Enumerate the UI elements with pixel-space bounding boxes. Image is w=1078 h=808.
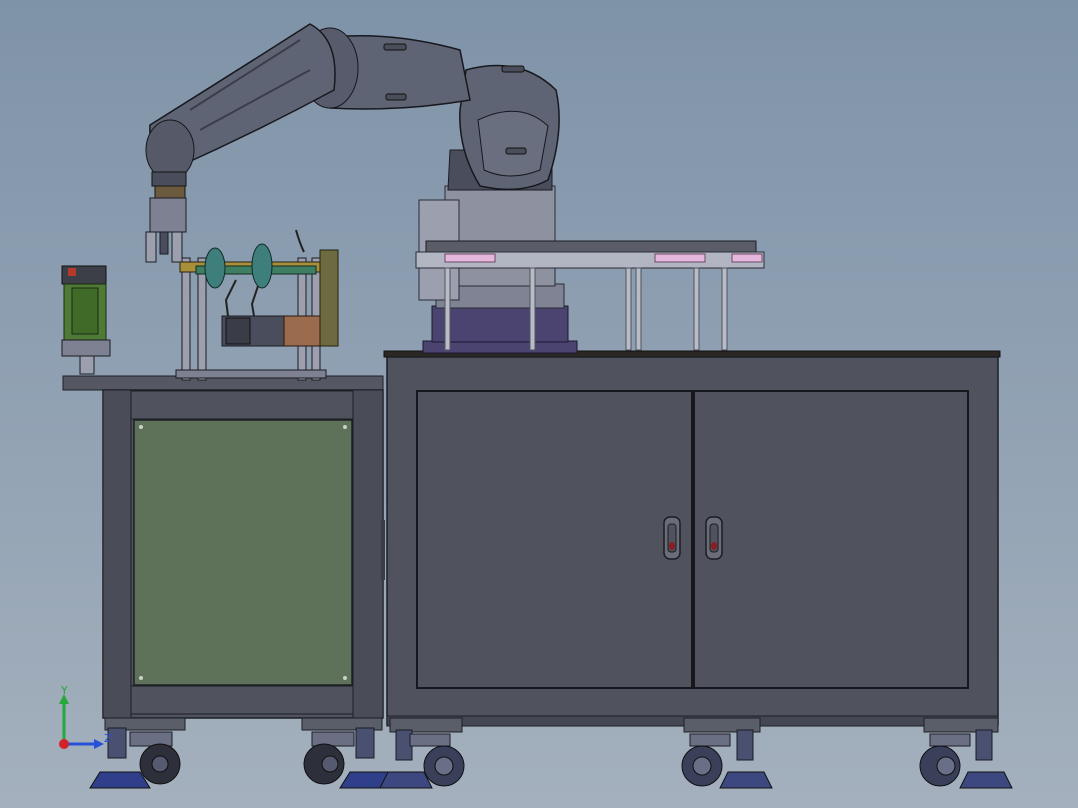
test-rig[interactable]	[175, 229, 339, 381]
cabinet-door-right[interactable]	[693, 390, 969, 689]
small-cabinet[interactable]	[62, 375, 385, 731]
axis-y-label: Y	[61, 684, 68, 697]
gripper[interactable]	[145, 185, 187, 263]
axis-z-label: Z	[104, 732, 112, 745]
side-fixture[interactable]	[61, 265, 111, 375]
casters-and-feet	[89, 727, 1013, 789]
large-cabinet[interactable]	[383, 350, 1001, 733]
coordinate-triad-icon: Y Z	[48, 682, 118, 762]
door-handle-left[interactable]	[663, 516, 681, 560]
cad-model-scene[interactable]	[0, 0, 1078, 808]
door-handle-right[interactable]	[705, 516, 723, 560]
robot-arm[interactable]	[145, 23, 560, 191]
green-access-panel[interactable]	[133, 419, 353, 686]
cad-viewport[interactable]: Y Z	[0, 0, 1078, 808]
cabinet-door-left[interactable]	[416, 390, 693, 689]
robot-base[interactable]	[418, 185, 578, 354]
